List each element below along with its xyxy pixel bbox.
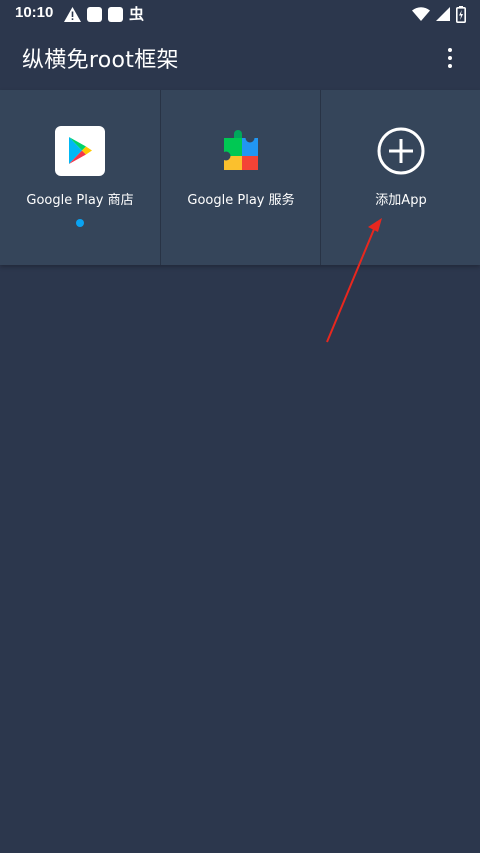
- more-vert-icon-dot: [448, 64, 452, 68]
- app-toolbar: 纵横免root框架: [0, 28, 480, 90]
- notification-square-icon: [87, 6, 102, 22]
- google-play-services-icon: [221, 130, 258, 170]
- more-vert-icon-dot: [448, 56, 452, 60]
- status-time: 10:10: [15, 4, 54, 21]
- running-indicator: [76, 219, 84, 227]
- app-label: 添加App: [375, 193, 427, 208]
- app-grid: Google Play 商店 Google Play 服务 添加App: [0, 90, 480, 265]
- signal-icon: [436, 7, 450, 21]
- status-system-icons: [412, 5, 466, 23]
- app-tile-google-play-services[interactable]: Google Play 服务: [160, 90, 320, 265]
- app-label: Google Play 服务: [187, 193, 295, 208]
- warning-icon: [64, 6, 81, 22]
- status-notifications: 虫: [64, 5, 144, 23]
- app-label: Google Play 商店: [26, 193, 134, 208]
- more-options-button[interactable]: [438, 44, 462, 72]
- wifi-icon: [412, 7, 430, 21]
- more-vert-icon: [448, 48, 452, 52]
- app-notification-icon: 虫: [129, 5, 145, 23]
- page-title: 纵横免root框架: [22, 48, 179, 73]
- status-bar: 10:10 虫: [0, 0, 480, 28]
- google-play-store-icon: [55, 126, 105, 176]
- battery-icon: [456, 5, 466, 23]
- add-circle-icon: [377, 127, 424, 175]
- notification-square-icon: [108, 6, 123, 22]
- app-tile-google-play-store[interactable]: Google Play 商店: [0, 90, 160, 265]
- add-app-tile[interactable]: 添加App: [320, 90, 480, 265]
